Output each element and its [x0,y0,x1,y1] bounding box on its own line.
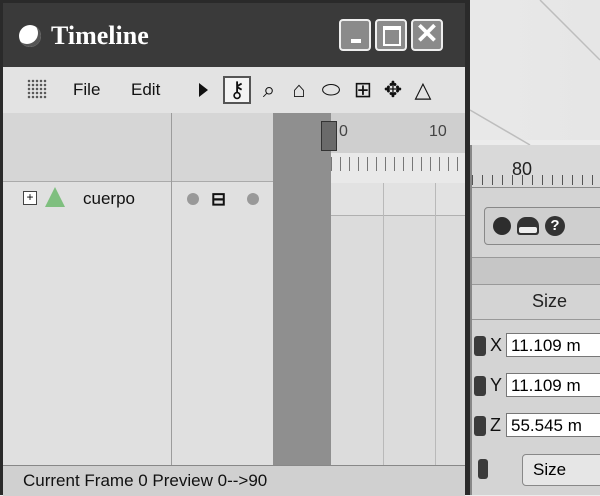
size-y-field[interactable]: Y 11.109 m [472,373,600,399]
grid-line [435,183,436,465]
close-button[interactable]: ✕ [411,19,443,51]
timeline-gutter [273,113,331,465]
expand-plus-icon[interactable]: + [23,191,37,205]
right-ruler: 80 [472,145,600,188]
size-header-label: Size [532,291,568,311]
timeline-track-area[interactable]: 0 10 [321,113,465,465]
ruler-ticks [331,157,465,171]
status-bar: Current Frame 0 Preview 0-->90 [3,465,465,496]
help-icon[interactable]: ? [545,216,565,236]
panel-separator [472,257,600,285]
column-divider [171,113,172,465]
spinner-icon[interactable] [474,376,486,396]
tick-label: 0 [339,123,348,140]
size-z-input[interactable]: 55.545 m [506,413,600,437]
ruler-ticks [472,175,600,185]
object-list-pane: + cuerpo ⊟ [3,113,273,465]
home-icon[interactable]: ⌂ [285,76,313,104]
axis-label: X [490,335,503,355]
properties-panel: 80 ? Size X 11.109 m Y 11.109 m Z 55.545… [470,145,600,495]
key-icon[interactable]: ⚷ [223,76,251,104]
axis-label: Y [490,375,503,395]
grip-icon[interactable] [27,79,47,99]
object-label[interactable]: cuerpo [83,189,135,209]
status-text: Current Frame 0 Preview 0-->90 [23,471,268,490]
menu-edit[interactable]: Edit [131,80,160,100]
title-bar[interactable]: Timeline ✕ [3,3,465,67]
object-icon [45,187,65,207]
magnifier-icon[interactable]: ⌕ [255,76,283,104]
triangle-icon[interactable]: △ [409,76,437,104]
object-list-header [3,113,273,182]
playhead-marker[interactable] [321,121,337,151]
size-x-input[interactable]: 11.109 m [506,333,600,357]
window-title: Timeline [51,21,149,50]
ellipse-icon[interactable]: ⬭ [317,76,345,104]
list-item[interactable]: + cuerpo ⊟ [3,185,273,215]
grid-line [383,183,384,465]
tick-label: 10 [429,123,447,140]
spinner-icon[interactable] [474,416,486,436]
helmet-icon[interactable] [517,217,539,235]
timeline-window: Timeline ✕ File Edit ⚷ ⌕ ⌂ ⬭ ⊞ ✥ △ + cue… [0,0,470,496]
move-icon[interactable]: ✥ [379,76,407,104]
spinner-icon[interactable] [474,336,486,356]
menu-bar: File Edit ⚷ ⌕ ⌂ ⬭ ⊞ ✥ △ [3,67,465,114]
visibility-dot-icon[interactable] [187,193,199,205]
size-header: Size [472,283,600,320]
size-z-field[interactable]: Z 55.545 m [472,413,600,439]
timeline-ruler[interactable] [331,153,465,184]
frame-add-icon[interactable]: ⊞ [349,76,377,104]
expand-arrow-icon[interactable] [199,83,208,97]
axis-label: Z [490,415,501,435]
spinner-icon[interactable] [478,459,488,479]
size-dropdown-label: Size [533,460,567,479]
lock-dot-icon[interactable] [247,193,259,205]
record-dot-icon[interactable] [493,217,511,235]
app-icon [19,25,41,47]
size-x-field[interactable]: X 11.109 m [472,333,600,359]
timeline-header: 0 10 [321,113,465,153]
keyframe-icon[interactable]: ⊟ [211,189,226,210]
panel-toolbar: ? [484,207,600,245]
timeline-row[interactable] [331,183,465,216]
menu-file[interactable]: File [73,80,100,100]
minimize-button[interactable] [339,19,371,51]
size-y-input[interactable]: 11.109 m [506,373,600,397]
size-dropdown[interactable]: Size [522,454,600,486]
maximize-button[interactable] [375,19,407,51]
